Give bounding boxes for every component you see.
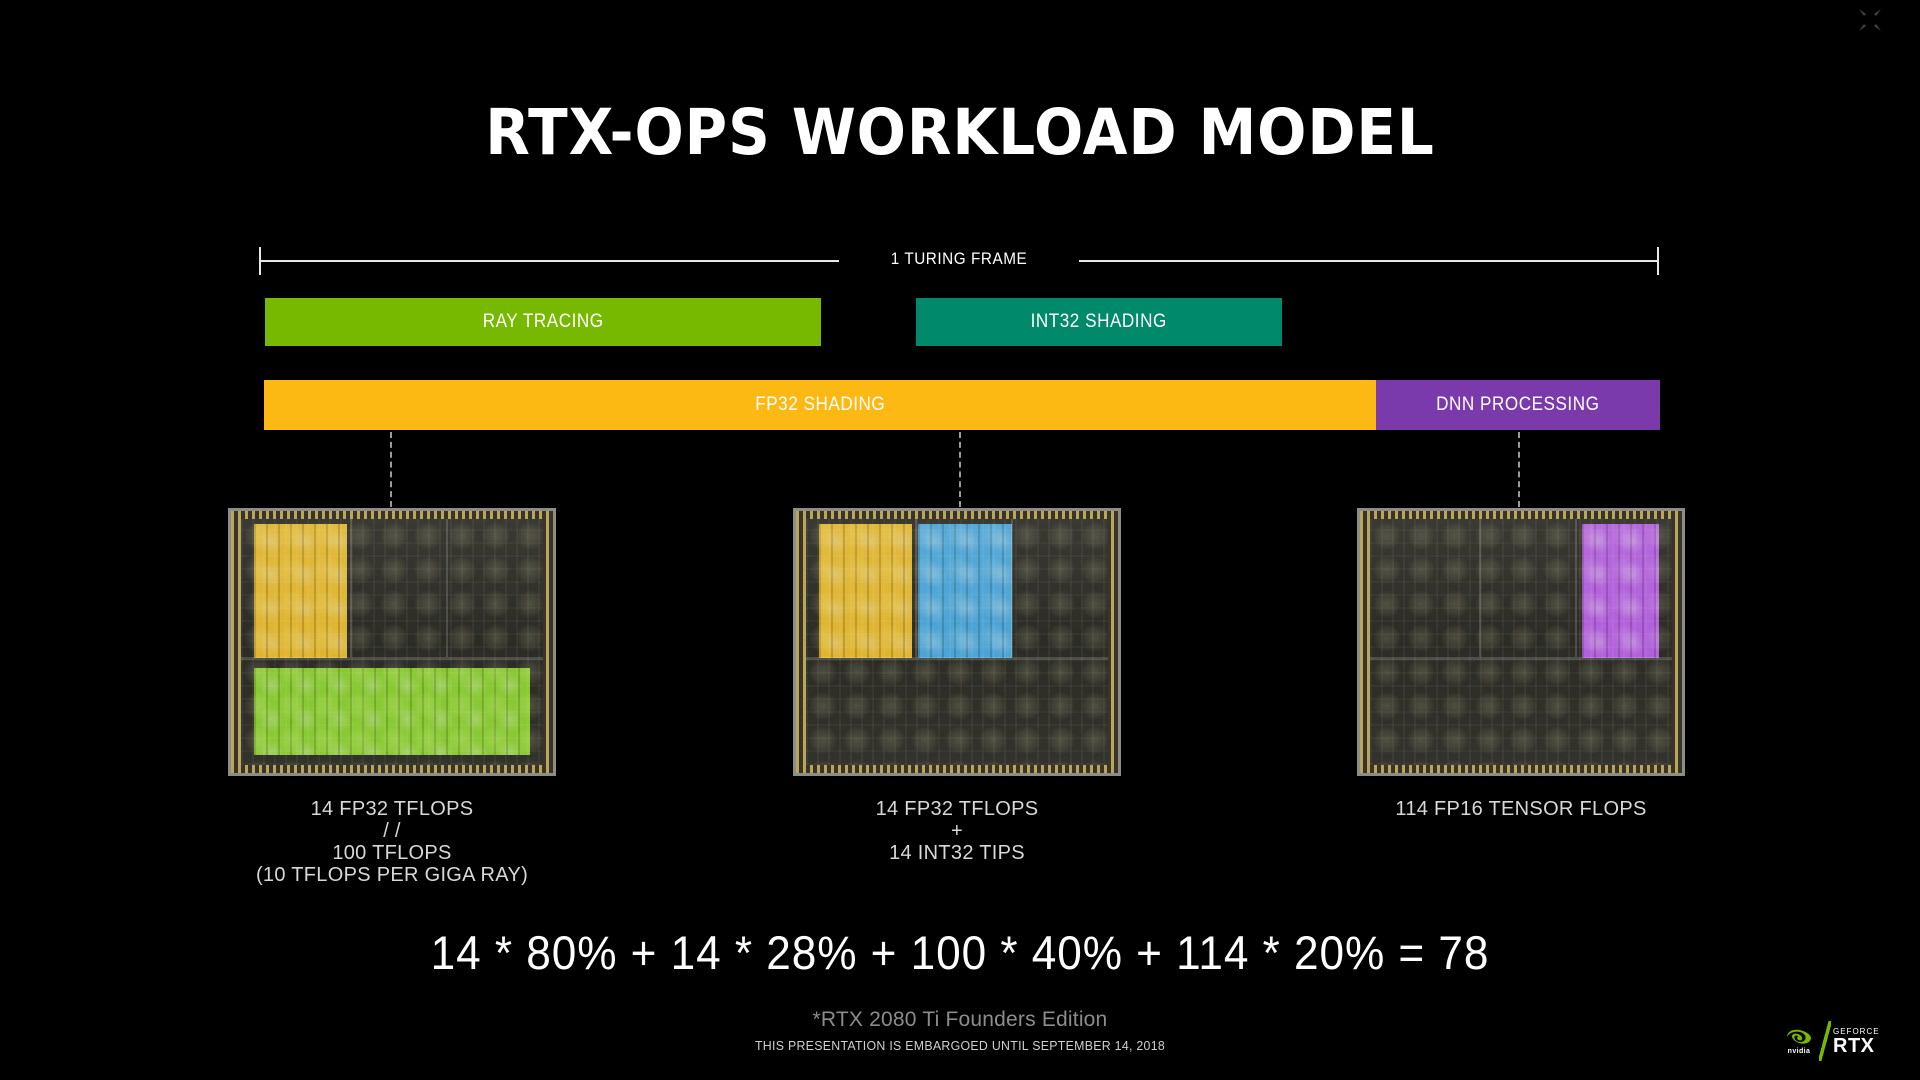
workload-bar-ray-tracing-label: RAY TRACING (482, 311, 604, 332)
workload-bar-int32-shading-label: INT32 SHADING (1030, 311, 1168, 332)
die-caption-line: 14 FP32 TFLOPS (310, 798, 474, 820)
nvidia-geforce-rtx-logo: nvidia GEFORCE RTX (1779, 1021, 1883, 1061)
logo-divider (1819, 1021, 1831, 1061)
footnote-embargo: THIS PRESENTATION IS EMBARGOED UNTIL SEP… (754, 1038, 1166, 1053)
rtx-label: RTX (1833, 1034, 1875, 1057)
bracket-line-right (1079, 260, 1657, 262)
die-caption-line: 100 TFLOPS (332, 842, 452, 864)
page-title: RTX-OPS WORKLOAD MODEL (485, 96, 1435, 169)
bracket-line-left (259, 260, 839, 262)
nvidia-eye-logo-box: nvidia (1779, 1021, 1819, 1061)
nvidia-wordmark: nvidia (1787, 1048, 1811, 1055)
workload-bar-dnn-processing-label: DNN PROCESSING (1436, 394, 1600, 415)
footnote-product: *RTX 2080 Ti Founders Edition (812, 1008, 1108, 1031)
frame-bracket: 1 TURING FRAME (259, 247, 1659, 275)
die-caption-line: (10 TFLOPS PER GIGA RAY) (255, 864, 529, 886)
exit-fullscreen-icon[interactable] (1856, 6, 1884, 34)
die-region-tensor (1582, 524, 1660, 658)
connector-line-die-tensor (1518, 432, 1520, 507)
die-caption-line: 114 FP16 TENSOR FLOPS (1395, 798, 1647, 820)
bracket-tick-right (1657, 247, 1659, 275)
gpu-die-ray-tracing (228, 508, 556, 776)
geforce-rtx-wordmark-box: GEFORCE RTX (1831, 1027, 1880, 1056)
gpu-die-tensor (1357, 508, 1685, 776)
nvidia-eye-icon (1787, 1029, 1811, 1044)
workload-bar-fp32-shading[interactable]: FP32 SHADING (264, 380, 1376, 430)
rtx-ops-equation: 14 * 80% + 14 * 28% + 100 * 40% + 114 * … (430, 926, 1490, 979)
die-caption-line: 14 INT32 TIPS (889, 842, 1025, 864)
workload-bar-int32-shading[interactable]: INT32 SHADING (916, 298, 1282, 346)
frame-bracket-label: 1 TURING FRAME (849, 249, 1069, 269)
die-region-int32 (918, 524, 1012, 658)
die-region-ray-tracing (253, 668, 531, 755)
slide-canvas: RTX-OPS WORKLOAD MODEL 1 TURING FRAME RA… (0, 0, 1920, 1080)
gpu-die-shading (793, 508, 1121, 776)
connector-line-die-rt (390, 432, 392, 507)
die-caption-line: + (951, 820, 963, 842)
die-region-fp32 (818, 524, 912, 658)
die-caption-tensor: 114 FP16 TENSOR FLOPS (1357, 798, 1685, 820)
die-caption-shading: 14 FP32 TFLOPS + 14 INT32 TIPS (793, 798, 1121, 864)
workload-bar-ray-tracing[interactable]: RAY TRACING (265, 298, 821, 346)
die-region-fp32 (253, 524, 347, 658)
die-caption-line: / / (383, 820, 401, 842)
workload-bar-fp32-shading-label: FP32 SHADING (754, 394, 886, 415)
die-caption-ray-tracing: 14 FP32 TFLOPS / / 100 TFLOPS (10 TFLOPS… (228, 798, 556, 886)
workload-bar-dnn-processing[interactable]: DNN PROCESSING (1376, 380, 1660, 430)
die-caption-line: 14 FP32 TFLOPS (875, 798, 1039, 820)
connector-line-die-shading (959, 432, 961, 507)
